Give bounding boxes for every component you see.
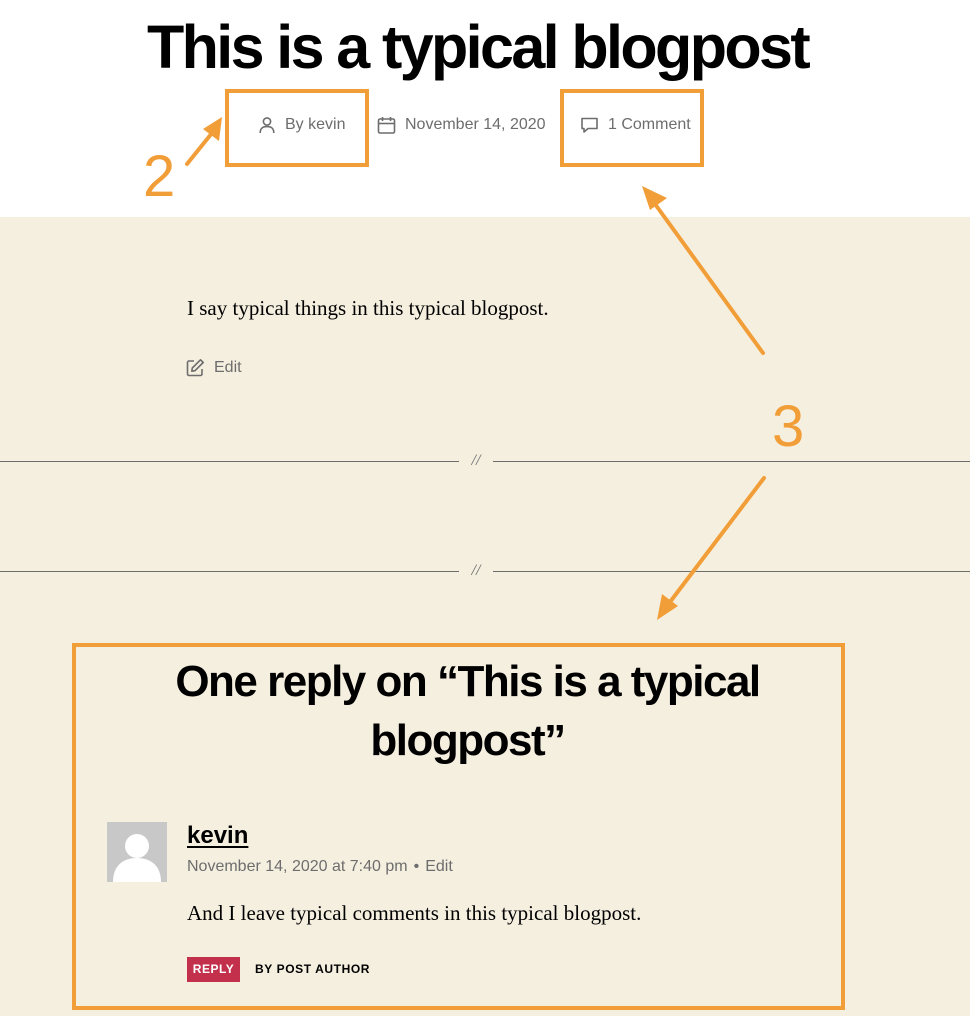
post-author-link[interactable]: By kevin	[258, 113, 345, 137]
separator-line	[493, 571, 970, 572]
post-comments-link[interactable]: 1 Comment	[580, 113, 691, 137]
calendar-icon	[377, 116, 396, 135]
arrowhead-icon	[657, 594, 678, 620]
post-title: This is a typical blogpost	[146, 13, 811, 81]
comment-author-link[interactable]: kevin	[187, 822, 248, 850]
comment-meta: November 14, 2020 at 7:40 pm • Edit	[187, 858, 453, 876]
separator-mark: //	[471, 452, 481, 469]
person-icon	[258, 116, 276, 134]
separator-mark: //	[471, 562, 481, 579]
avatar	[107, 822, 167, 882]
pencil-square-icon	[186, 358, 205, 377]
post-author-badge: BY POST AUTHOR	[255, 962, 371, 976]
comment-edit-link[interactable]: Edit	[425, 858, 453, 876]
post-date-label: November 14, 2020	[405, 116, 546, 133]
comment-meta-separator: •	[413, 858, 420, 875]
section-separator: //	[0, 451, 970, 471]
post-edit-label: Edit	[214, 358, 242, 376]
post-body-text: I say typical things in this typical blo…	[187, 296, 549, 320]
separator-line	[0, 461, 459, 462]
comment-timestamp-link[interactable]: November 14, 2020 at 7:40 pm	[187, 858, 408, 876]
annotation-arrow	[653, 202, 765, 355]
reply-button[interactable]: REPLY	[187, 957, 240, 982]
post-author-label: By kevin	[285, 116, 346, 133]
section-separator: //	[0, 561, 970, 581]
comment-text: And I leave typical comments in this typ…	[187, 901, 642, 925]
post-edit-link[interactable]: Edit	[186, 358, 242, 377]
annotation-label-2: 2	[143, 144, 176, 209]
separator-line	[0, 571, 459, 572]
default-avatar-icon	[107, 822, 167, 882]
comments-title: One reply on “This is a typical blogpost…	[175, 657, 761, 765]
annotation-arrow	[668, 476, 766, 604]
speech-bubble-icon	[580, 116, 599, 135]
post-comments-label: 1 Comment	[608, 116, 691, 133]
annotation-label-3: 3	[772, 394, 805, 459]
post-date-link[interactable]: November 14, 2020	[377, 113, 546, 137]
separator-line	[493, 461, 970, 462]
